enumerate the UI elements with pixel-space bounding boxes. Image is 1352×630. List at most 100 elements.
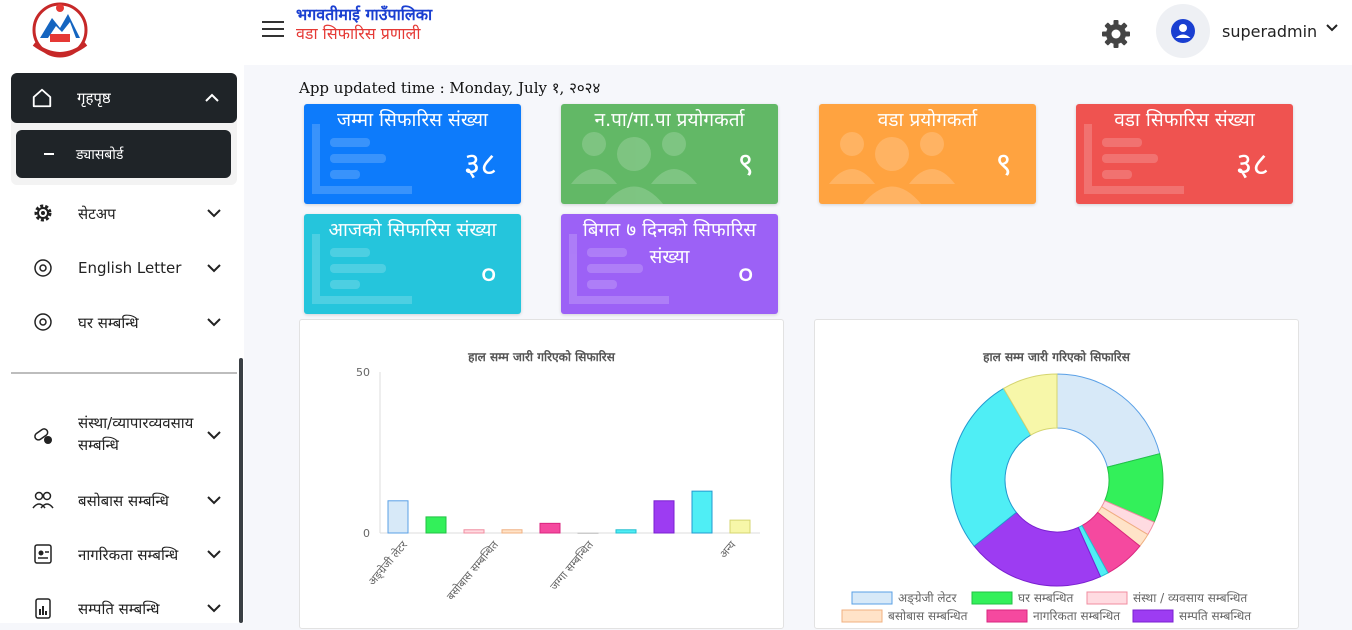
- chevron-down-icon[interactable]: [205, 313, 223, 331]
- sidebar-scrollbar[interactable]: [239, 358, 243, 623]
- legend-swatch[interactable]: [1132, 609, 1174, 623]
- bar: [577, 532, 599, 534]
- legend-label[interactable]: सम्पति सम्बन्धित: [1179, 609, 1252, 623]
- chevron-up-icon[interactable]: [203, 89, 221, 107]
- x-tick-label: बसोबास सम्बन्धित: [444, 538, 501, 603]
- sidebar-item-business[interactable]: संस्था/व्यापारव्यवसाय सम्बन्धि: [11, 410, 237, 458]
- chart-decor-icon: [312, 234, 412, 304]
- gear-outline-icon: [34, 313, 52, 331]
- legend-swatch[interactable]: [986, 609, 1028, 623]
- bar: [653, 500, 675, 534]
- sidebar-item-english-letter[interactable]: English Letter: [11, 246, 237, 290]
- bar-chart-panel: हाल सम्म जारी गरिएको सिफारिस 0 50 अङ्ग्रेज…: [299, 319, 784, 629]
- emblem-logo: [32, 2, 88, 58]
- bar: [463, 529, 485, 534]
- capsule-icon: [34, 428, 52, 444]
- chevron-down-icon[interactable]: [1324, 20, 1340, 36]
- sidebar-item-label: सम्पति सम्बन्धि: [78, 600, 160, 618]
- chevron-down-icon[interactable]: [205, 204, 223, 222]
- chevron-down-icon[interactable]: [205, 545, 223, 563]
- stat-card[interactable]: वडा प्रयोगकर्ता ९: [819, 104, 1036, 204]
- sidebar-item-label: ड्यासबोर्ड: [76, 147, 124, 163]
- users-decor-icon: [571, 132, 697, 204]
- stat-card[interactable]: जम्मा सिफारिस संख्या ३८: [304, 104, 521, 204]
- sidebar-item-label: बसोबास सम्बन्धि: [78, 492, 169, 510]
- legend-swatch[interactable]: [971, 591, 1013, 605]
- stat-card-title: वडा सिफारिस संख्या: [1114, 109, 1255, 131]
- stat-card-value: ०: [480, 255, 497, 293]
- y-tick-label: 0: [363, 527, 370, 540]
- avatar[interactable]: [1156, 4, 1210, 58]
- app-updated-time: App updated time : Monday, July १, २०२४: [299, 79, 601, 97]
- stat-card-value: ९: [737, 145, 754, 183]
- stat-card[interactable]: वडा सिफारिस संख्या ३८: [1076, 104, 1293, 204]
- stat-card-value: ०: [737, 255, 754, 293]
- sidebar-item-residence[interactable]: बसोबास सम्बन्धि: [11, 478, 237, 522]
- stat-card-title: आजको सिफारिस संख्या: [328, 219, 497, 241]
- sidebar-item-label: सेटअप: [78, 205, 116, 223]
- legend-label[interactable]: बसोबास सम्बन्धित: [888, 609, 969, 623]
- top-header: भगवतीमाई गाउँपालिका वडा सिफारिस प्रणाली …: [244, 0, 1352, 65]
- chevron-down-icon[interactable]: [205, 426, 223, 444]
- bar: [501, 529, 523, 534]
- y-tick-label: 50: [356, 366, 370, 379]
- stat-card[interactable]: बिगत ७ दिनको सिफारिस संख्या ०: [561, 214, 778, 314]
- stat-card-value: ३८: [463, 145, 497, 183]
- doughnut-slice[interactable]: [1056, 373, 1161, 468]
- brand-subtitle: वडा सिफारिस प्रणाली: [296, 24, 421, 43]
- id-card-icon: [34, 544, 52, 564]
- user-avatar-icon: [1171, 19, 1195, 43]
- stat-card[interactable]: न.पा/गा.पा प्रयोगकर्ता ९: [561, 104, 778, 204]
- x-tick-label: जग्गा सम्बन्धित: [548, 538, 597, 593]
- sidebar-item-label: संस्था/व्यापारव्यवसाय सम्बन्धि: [78, 414, 194, 454]
- sidebar-menu-home: गृहपृष्ठ ड्यासबोर्ड: [11, 73, 237, 185]
- legend-label[interactable]: नागरिकता सम्बन्धित: [1033, 609, 1121, 623]
- stat-card-title: जम्मा सिफारिस संख्या: [337, 109, 488, 131]
- stat-card-title: न.पा/गा.पा प्रयोगकर्ता: [594, 109, 745, 131]
- hamburger-menu-icon[interactable]: [262, 21, 284, 39]
- sidebar-item-label: गृहपृष्ठ: [77, 89, 111, 107]
- sidebar-item-house[interactable]: घर सम्बन्धि: [11, 300, 237, 344]
- sidebar-item-property[interactable]: सम्पति सम्बन्धि: [11, 586, 237, 630]
- gear-icon: [34, 204, 52, 222]
- stat-card[interactable]: आजको सिफारिस संख्या ०: [304, 214, 521, 314]
- chart-decor-icon: [312, 124, 412, 194]
- sidebar-item-label: घर सम्बन्धि: [78, 314, 139, 332]
- sidebar-item-label: नागरिकता सम्बन्धि: [78, 546, 179, 564]
- sidebar-item-setup[interactable]: सेटअप: [11, 191, 237, 235]
- legend-label[interactable]: अङ्ग्रेजी लेटर: [898, 591, 958, 606]
- chevron-down-icon[interactable]: [205, 491, 223, 509]
- doughnut-chart: अङ्ग्रेजी लेटर घर सम्बन्धित संस्था / व्यवस…: [841, 373, 1252, 623]
- legend-label[interactable]: संस्था / व्यवसाय सम्बन्धित: [1133, 591, 1248, 605]
- bar: [729, 519, 751, 534]
- chart-decor-icon: [1084, 124, 1184, 194]
- x-tick-label: अङ्ग्रेजी लेटर: [366, 538, 411, 588]
- chevron-down-icon[interactable]: [205, 599, 223, 617]
- stat-card-title: वडा प्रयोगकर्ता: [877, 109, 978, 131]
- sidebar-divider: [11, 372, 237, 374]
- bar: [425, 516, 447, 534]
- sidebar-item-citizenship[interactable]: नागरिकता सम्बन्धि: [11, 532, 237, 576]
- doughnut-chart-panel: हाल सम्म जारी गरिएको सिफारिस अङ्ग्रेजी ल…: [814, 319, 1299, 629]
- bar: [539, 522, 561, 534]
- home-icon: [32, 88, 52, 108]
- sidebar-item-home[interactable]: गृहपृष्ठ: [11, 73, 237, 123]
- bar: [387, 500, 409, 534]
- dash-icon: [44, 153, 54, 155]
- legend-label[interactable]: घर सम्बन्धित: [1018, 591, 1074, 605]
- bar: [615, 529, 637, 534]
- stat-card-value: ३८: [1235, 145, 1269, 183]
- bar-chart: 0 50 अङ्ग्रेजी लेटर बसोबास सम्बन्धित जग्गा स…: [356, 366, 760, 603]
- legend-swatch[interactable]: [841, 609, 883, 623]
- settings-gear-icon[interactable]: [1100, 18, 1132, 50]
- legend-swatch[interactable]: [1086, 591, 1128, 605]
- username-label[interactable]: superadmin: [1222, 22, 1317, 41]
- sidebar: गृहपृष्ठ ड्यासबोर्ड सेटअप English Letter…: [0, 0, 244, 623]
- stat-card-value: ९: [995, 145, 1012, 183]
- chevron-down-icon[interactable]: [205, 259, 223, 277]
- sidebar-item-dashboard[interactable]: ड्यासबोर्ड: [16, 130, 231, 178]
- clipboard-chart-icon: [35, 598, 51, 619]
- x-tick-label: अन्य: [717, 538, 739, 561]
- people-icon: [32, 491, 54, 509]
- legend-swatch[interactable]: [851, 591, 893, 605]
